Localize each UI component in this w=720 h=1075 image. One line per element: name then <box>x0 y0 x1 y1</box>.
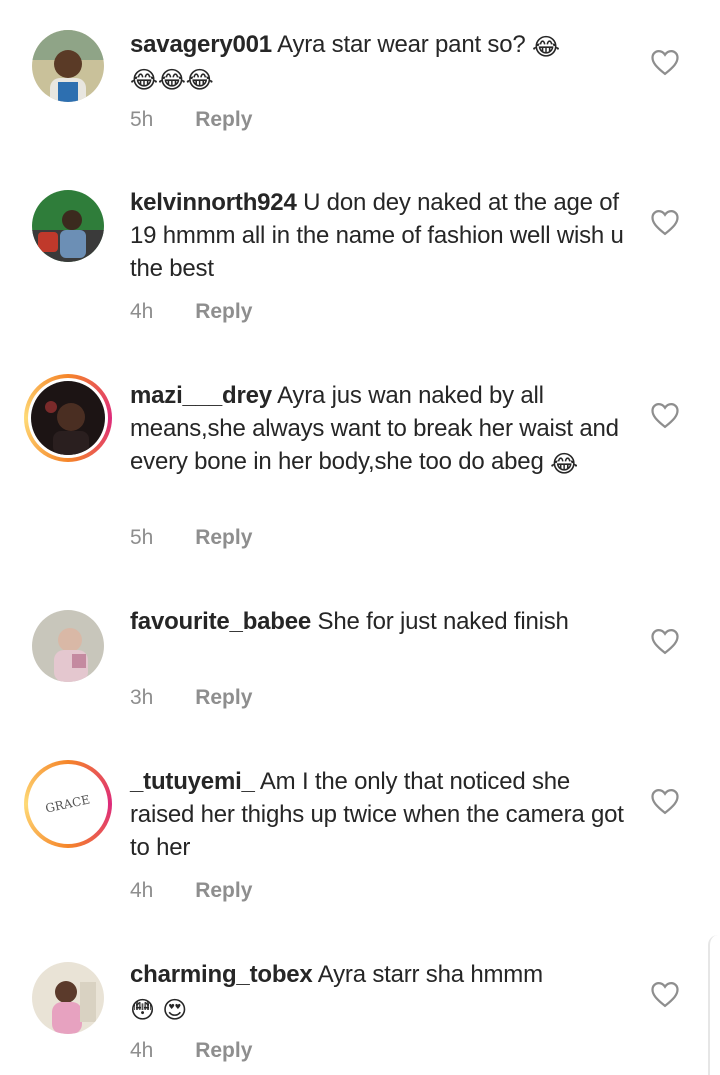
avatar-with-story-ring[interactable] <box>24 374 112 462</box>
comment-time: 5h <box>130 526 154 549</box>
comment-username[interactable]: favourite_babee <box>130 608 311 635</box>
avatar-ring-gap: GRACE <box>28 764 108 844</box>
comment-time: 4h <box>130 879 154 902</box>
avatar[interactable] <box>32 190 104 262</box>
comment-meta: 3h Reply <box>130 686 252 710</box>
avatar[interactable] <box>32 30 104 102</box>
reply-button[interactable]: Reply <box>195 526 252 549</box>
comment-meta: 4h Reply <box>130 300 252 324</box>
comment-message: Ayra star wear pant so? <box>277 31 526 58</box>
comment-username[interactable]: _tutuyemi_ <box>130 768 255 795</box>
comment-time: 3h <box>130 686 154 709</box>
comment-meta: 4h Reply <box>130 879 252 903</box>
comment-meta: 4h Reply <box>130 1039 252 1063</box>
comment-meta: 5h Reply <box>130 526 252 550</box>
comment-meta: 5h Reply <box>130 108 252 132</box>
reply-button[interactable]: Reply <box>195 686 252 709</box>
comment-username[interactable]: charming_tobex <box>130 961 313 988</box>
comment-text: _tutuyemi_ Am I the only that noticed sh… <box>130 765 630 864</box>
comment-time: 4h <box>130 1039 154 1062</box>
avatar <box>31 381 105 455</box>
avatar-with-story-ring[interactable]: GRACE <box>24 760 112 848</box>
heart-outline-icon[interactable] <box>650 48 680 76</box>
comment-text: charming_tobex Ayra starr sha hmmm 😳 😍 <box>130 958 630 1024</box>
heart-outline-icon[interactable] <box>650 787 680 815</box>
avatar-photo-icon <box>32 610 104 682</box>
comment-username[interactable]: kelvinnorth924 <box>130 189 297 216</box>
reply-button[interactable]: Reply <box>195 879 252 902</box>
flushed-and-heart-eyes-emoji-icon: 😳 😍 <box>130 996 188 1024</box>
scroll-edge <box>708 935 720 1075</box>
heart-outline-icon[interactable] <box>650 208 680 236</box>
comment-message: She for just naked finish <box>317 608 569 635</box>
avatar-photo-icon <box>31 381 105 455</box>
avatar[interactable] <box>32 962 104 1034</box>
comment-username[interactable]: savagery001 <box>130 31 272 58</box>
comment-time: 5h <box>130 108 154 131</box>
comment-username[interactable]: mazi___drey <box>130 382 272 409</box>
comment-message: Ayra starr sha hmmm <box>317 961 543 988</box>
heart-outline-icon[interactable] <box>650 980 680 1008</box>
heart-outline-icon[interactable] <box>650 401 680 429</box>
avatar-photo-icon <box>32 190 104 262</box>
laughing-emoji-icon: 😂 <box>531 33 560 61</box>
reply-button[interactable]: Reply <box>195 108 252 131</box>
laughing-emoji-icon: 😂 <box>550 450 578 478</box>
avatar-photo-icon <box>32 962 104 1034</box>
avatar-photo-icon <box>32 30 104 102</box>
comment-text: savagery001 Ayra star wear pant so? 😂 😂😂… <box>130 28 630 94</box>
comment-text: kelvinnorth924 U don dey naked at the ag… <box>130 186 630 285</box>
heart-outline-icon[interactable] <box>650 627 680 655</box>
comment-text: favourite_babee She for just naked finis… <box>130 605 630 638</box>
comment-time: 4h <box>130 300 154 323</box>
laughing-emoji-icon: 😂😂😂 <box>130 66 214 94</box>
avatar[interactable] <box>32 610 104 682</box>
comment-text: mazi___drey Ayra jus wan naked by all me… <box>130 379 630 478</box>
avatar-ring-gap <box>28 378 108 458</box>
avatar-text: GRACE <box>44 792 92 816</box>
reply-button[interactable]: Reply <box>195 300 252 323</box>
avatar: GRACE <box>31 767 105 841</box>
reply-button[interactable]: Reply <box>195 1039 252 1062</box>
